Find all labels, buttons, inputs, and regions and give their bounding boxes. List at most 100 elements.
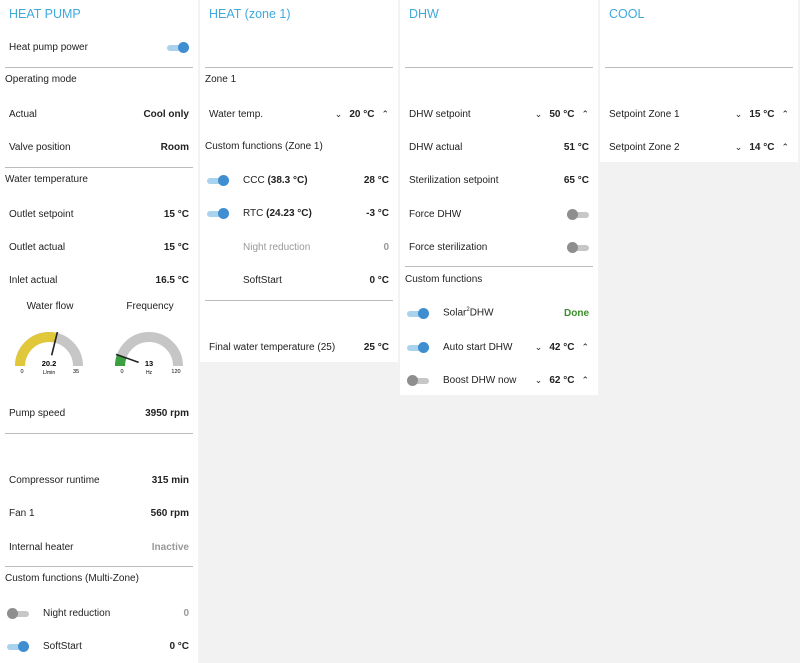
valve-position-value: Room xyxy=(160,141,189,153)
fan-label: Fan 1 xyxy=(9,507,35,519)
frequency-gauge-fill xyxy=(114,354,127,367)
multizone-night-reduction-toggle[interactable] xyxy=(7,607,29,619)
multizone-custom-header: Custom functions (Multi-Zone) xyxy=(5,573,139,584)
chevron-up-icon[interactable]: ⌃ xyxy=(781,142,789,153)
rtc-label: RTC xyxy=(243,207,264,219)
water-flow-gauge-max: 35 xyxy=(73,369,79,375)
zone1-custom-header: Custom functions (Zone 1) xyxy=(205,141,323,152)
divider xyxy=(405,266,593,267)
internal-heater-row: Internal heater Inactive xyxy=(0,537,198,557)
divider xyxy=(5,167,193,168)
divider xyxy=(5,433,193,434)
compressor-runtime-label: Compressor runtime xyxy=(9,474,100,486)
dhw-setpoint-label: DHW setpoint xyxy=(409,108,471,120)
zone1-softstart-label: SoftStart xyxy=(243,274,282,286)
chevron-down-icon[interactable]: ⌄ xyxy=(535,375,543,386)
chevron-up-icon[interactable]: ⌃ xyxy=(581,109,589,120)
frequency-gauge-unit: Hz xyxy=(146,370,153,376)
cool-title: COOL xyxy=(609,7,645,21)
final-water-value: 25 °C xyxy=(363,341,389,353)
operating-mode-header: Operating mode xyxy=(5,74,77,85)
multizone-night-reduction-value: 0 xyxy=(183,607,189,619)
chevron-up-icon[interactable]: ⌃ xyxy=(581,375,589,386)
compressor-runtime-value: 315 min xyxy=(151,474,189,486)
chevron-down-icon[interactable]: ⌄ xyxy=(735,109,743,120)
ccc-label: CCC xyxy=(243,174,265,186)
boost-dhw-row: Boost DHW now ⌄ 62 °C ⌃ xyxy=(400,370,598,390)
ccc-toggle[interactable] xyxy=(207,174,229,186)
auto-start-dhw-value: 42 °C xyxy=(549,341,575,353)
boost-dhw-toggle[interactable] xyxy=(407,374,429,386)
rtc-toggle[interactable] xyxy=(207,207,229,219)
multizone-softstart-value: 0 °C xyxy=(169,640,189,652)
dhw-actual-row: DHW actual 51 °C xyxy=(400,137,598,157)
valve-position-label: Valve position xyxy=(9,141,71,153)
sterilization-setpoint-value: 65 °C xyxy=(563,174,589,186)
cool-setpoint-zone1-row: Setpoint Zone 1 ⌄ 15 °C ⌃ xyxy=(600,104,798,124)
sterilization-setpoint-row: Sterilization setpoint 65 °C xyxy=(400,170,598,190)
cool-panel: COOL Setpoint Zone 1 ⌄ 15 °C ⌃ Setpoint … xyxy=(600,0,798,162)
heat-pump-power-label: Heat pump power xyxy=(9,41,88,53)
auto-start-dhw-label: Auto start DHW xyxy=(443,341,513,353)
solar-dhw-toggle[interactable] xyxy=(407,307,429,319)
force-sterilization-row: Force sterilization xyxy=(400,237,598,257)
ccc-row: CCC (38.3 °C) 28 °C xyxy=(200,170,398,190)
chevron-up-icon[interactable]: ⌃ xyxy=(381,109,389,120)
ccc-value: 28 °C xyxy=(363,174,389,186)
zone1-night-reduction-label: Night reduction xyxy=(243,241,311,253)
divider xyxy=(605,67,793,68)
chevron-down-icon[interactable]: ⌄ xyxy=(735,142,743,153)
chevron-up-icon[interactable]: ⌃ xyxy=(581,342,589,353)
zone1-night-reduction-row: Night reduction 0 xyxy=(200,237,398,257)
compressor-runtime-row: Compressor runtime 315 min xyxy=(0,470,198,490)
water-flow-gauge-value: 20.2 xyxy=(42,359,57,368)
pump-speed-row: Pump speed 3950 rpm xyxy=(0,403,198,423)
dhw-setpoint-value: 50 °C xyxy=(549,108,575,120)
zone1-water-temp-value: 20 °C xyxy=(349,108,375,120)
internal-heater-label: Internal heater xyxy=(9,541,74,553)
auto-start-dhw-toggle[interactable] xyxy=(407,341,429,353)
sterilization-setpoint-label: Sterilization setpoint xyxy=(409,174,499,186)
cool-setpoint-zone2-label: Setpoint Zone 2 xyxy=(609,141,680,153)
solar-dhw-value: Done xyxy=(564,307,589,319)
boost-dhw-label: Boost DHW now xyxy=(443,374,517,386)
force-dhw-row: Force DHW xyxy=(400,204,598,224)
dhw-title: DHW xyxy=(409,7,439,21)
cool-setpoint-zone1-label: Setpoint Zone 1 xyxy=(609,108,680,120)
force-dhw-label: Force DHW xyxy=(409,208,462,220)
auto-start-dhw-row: Auto start DHW ⌄ 42 °C ⌃ xyxy=(400,337,598,357)
zone1-night-reduction-value: 0 xyxy=(383,241,389,253)
dhw-panel: DHW DHW setpoint ⌄ 50 °C ⌃ DHW actual 51… xyxy=(400,0,598,395)
divider xyxy=(405,67,593,68)
water-flow-gauge-label: Water flow xyxy=(26,301,74,312)
heat-pump-power-toggle[interactable] xyxy=(167,41,189,53)
frequency-gauge-value: 13 xyxy=(145,359,153,368)
chevron-down-icon[interactable]: ⌄ xyxy=(535,109,543,120)
fan-value: 560 rpm xyxy=(150,507,189,519)
valve-position-row: Valve position Room xyxy=(0,137,198,157)
force-sterilization-toggle[interactable] xyxy=(567,241,589,253)
force-dhw-toggle[interactable] xyxy=(567,208,589,220)
dhw-custom-header: Custom functions xyxy=(405,274,483,285)
multizone-softstart-toggle[interactable] xyxy=(7,640,29,652)
chevron-up-icon[interactable]: ⌃ xyxy=(781,109,789,120)
dhw-actual-label: DHW actual xyxy=(409,141,463,153)
outlet-actual-value: 15 °C xyxy=(163,241,189,253)
fan-row: Fan 1 560 rpm xyxy=(0,503,198,523)
pump-speed-value: 3950 rpm xyxy=(145,407,189,419)
force-sterilization-label: Force sterilization xyxy=(409,241,488,253)
water-flow-gauge-min: 0 xyxy=(20,369,23,375)
solar-label: Solar xyxy=(443,307,467,319)
outlet-setpoint-label: Outlet setpoint xyxy=(9,208,74,220)
multizone-night-reduction-row: Night reduction 0 xyxy=(0,603,198,623)
cool-setpoint-zone2-row: Setpoint Zone 2 ⌄ 14 °C ⌃ xyxy=(600,137,798,157)
chevron-down-icon[interactable]: ⌄ xyxy=(535,342,543,353)
inlet-actual-value: 16.5 °C xyxy=(155,274,189,286)
divider xyxy=(205,300,393,301)
cool-setpoint-zone2-value: 14 °C xyxy=(749,141,775,153)
heat-pump-panel: HEAT PUMP Heat pump power Operating mode… xyxy=(0,0,198,663)
solar-suffix: DHW xyxy=(469,307,494,319)
chevron-down-icon[interactable]: ⌄ xyxy=(335,109,343,120)
heat-zone1-panel: HEAT (zone 1) Zone 1 Water temp. ⌄ 20 °C… xyxy=(200,0,398,362)
frequency-gauge-label: Frequency xyxy=(126,301,174,312)
